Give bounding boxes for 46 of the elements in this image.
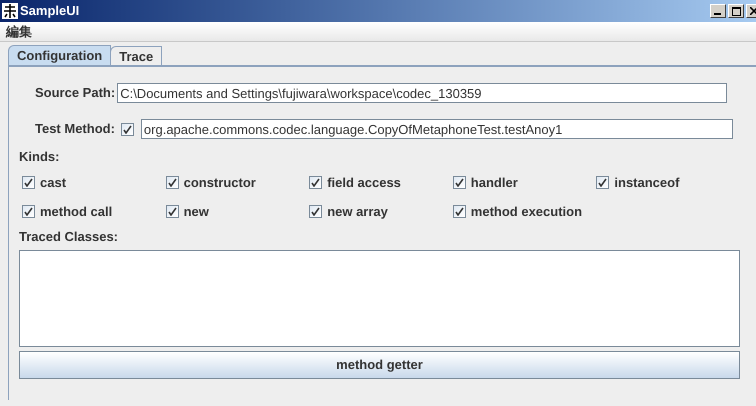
kinds-label: Kinds: <box>19 148 60 166</box>
checkbox[interactable] <box>166 176 179 189</box>
kind-label: cast <box>40 174 66 192</box>
test-method-field[interactable]: org.apache.commons.codec.language.CopyOfMetaphoneTest.testAnoy1 <box>140 119 733 139</box>
checkbox[interactable] <box>596 176 610 189</box>
kind-label: instanceof <box>614 174 680 192</box>
method-getter-button[interactable]: method getter <box>19 351 740 379</box>
check-icon <box>311 207 320 216</box>
minimize-button[interactable] <box>710 4 726 18</box>
close-icon <box>750 7 756 15</box>
checkbox[interactable] <box>452 205 466 218</box>
checkbox[interactable] <box>452 176 466 189</box>
checkbox[interactable] <box>22 205 35 218</box>
kind-label: constructor <box>184 174 256 192</box>
checkbox[interactable] <box>309 205 322 218</box>
check-icon <box>24 207 33 216</box>
check-icon <box>168 178 177 187</box>
check-icon <box>598 178 608 187</box>
kind-label: field access <box>327 174 401 192</box>
kind-label: method execution <box>470 203 582 221</box>
kind-label: method call <box>40 203 112 221</box>
traced-classes-label: Traced Classes: <box>19 228 118 246</box>
maximize-icon <box>732 6 740 16</box>
check-icon <box>454 178 464 187</box>
check-icon <box>24 178 33 187</box>
maximize-button[interactable] <box>728 4 744 18</box>
check-icon <box>168 207 177 216</box>
checkbox[interactable] <box>166 205 179 218</box>
checkbox[interactable] <box>22 176 35 189</box>
checkbox[interactable] <box>120 122 134 136</box>
test-method-label: Test Method: <box>35 120 115 138</box>
tab[interactable]: Configuration <box>8 45 112 65</box>
check-icon <box>122 124 132 134</box>
source-path-field[interactable]: C:\Documents and Settings\fujiwara\workspace\codec_130359 <box>117 83 728 103</box>
kind-label: handler <box>470 174 518 192</box>
checkbox[interactable] <box>309 176 322 189</box>
check-icon <box>454 207 464 216</box>
kind-label: new <box>184 203 209 221</box>
traced-classes-list[interactable] <box>19 250 740 347</box>
kind-label: new array <box>327 203 388 221</box>
window-title: SampleUI <box>20 2 80 20</box>
source-path-label: Source Path: <box>35 84 116 102</box>
menu-item[interactable]: 編集 <box>6 22 32 42</box>
check-icon <box>311 178 320 187</box>
tab[interactable]: Trace <box>110 46 162 65</box>
app-icon <box>2 3 18 19</box>
